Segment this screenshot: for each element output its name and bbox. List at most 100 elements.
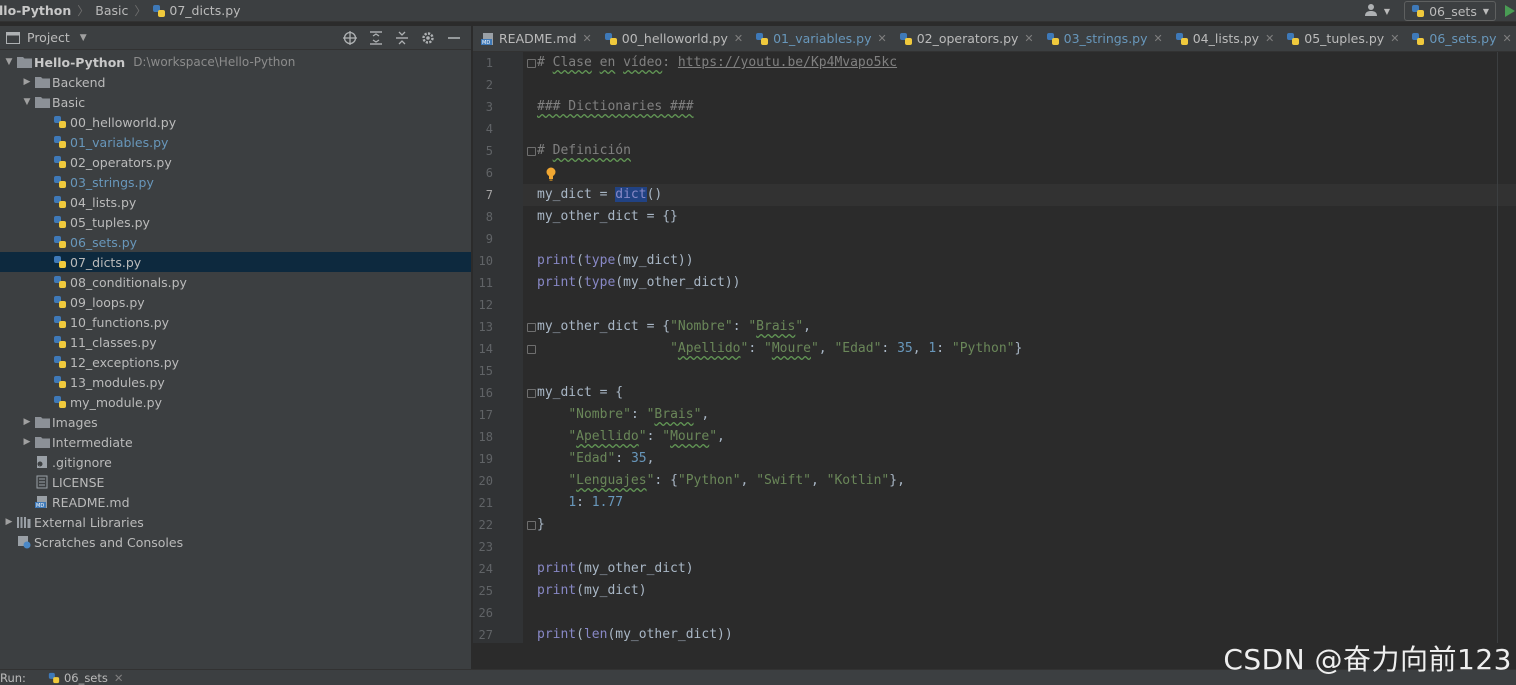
tree-item[interactable]: Scratches and Consoles bbox=[0, 532, 471, 552]
code-token: " bbox=[568, 429, 577, 444]
line-number: 12 bbox=[478, 298, 493, 312]
fold-marker-icon[interactable] bbox=[527, 345, 536, 354]
collapse-all-icon[interactable] bbox=[389, 26, 415, 50]
tree-item[interactable]: 07_dicts.py bbox=[0, 252, 471, 272]
python-file-icon bbox=[52, 114, 68, 130]
line-number: 16 bbox=[478, 386, 493, 400]
chevron-down-icon[interactable]: ▼ bbox=[80, 33, 87, 43]
tree-item[interactable]: 01_variables.py bbox=[0, 132, 471, 152]
folder-icon bbox=[6, 31, 20, 44]
tree-item[interactable]: 08_conditionals.py bbox=[0, 272, 471, 292]
fold-marker-icon[interactable] bbox=[527, 147, 536, 156]
code-token: " bbox=[810, 341, 819, 356]
tree-item[interactable]: 02_operators.py bbox=[0, 152, 471, 172]
breadcrumb-project[interactable]: llo-Python bbox=[0, 0, 71, 22]
tree-item[interactable]: LICENSE bbox=[0, 472, 471, 492]
lightbulb-icon[interactable] bbox=[545, 167, 557, 181]
chevron-down-icon[interactable]: ▼ bbox=[20, 97, 34, 107]
line-number: 19 bbox=[478, 452, 493, 466]
code-token: " bbox=[709, 429, 718, 444]
tree-item[interactable]: ▶ External Libraries bbox=[0, 512, 471, 532]
project-view-title[interactable]: Project bbox=[27, 30, 70, 45]
breadcrumb-file[interactable]: 07_dicts.py bbox=[152, 0, 241, 22]
tree-item[interactable]: ▼ Basic bbox=[0, 92, 471, 112]
close-icon[interactable]: ✕ bbox=[114, 671, 124, 685]
minimize-icon[interactable] bbox=[441, 26, 467, 50]
tree-item[interactable]: 09_loops.py bbox=[0, 292, 471, 312]
run-configuration-label: 06_sets bbox=[1429, 3, 1477, 19]
editor-tab[interactable]: 02_operators.py ✕ bbox=[891, 26, 1038, 51]
tree-item[interactable]: MD README.md bbox=[0, 492, 471, 512]
close-icon[interactable]: ✕ bbox=[1154, 32, 1163, 45]
close-icon[interactable]: ✕ bbox=[734, 32, 743, 45]
tree-item[interactable]: 13_modules.py bbox=[0, 372, 471, 392]
fold-marker-icon[interactable] bbox=[527, 389, 536, 398]
code-token: () bbox=[646, 187, 663, 202]
tree-item[interactable]: 12_exceptions.py bbox=[0, 352, 471, 372]
tree-item[interactable]: 05_tuples.py bbox=[0, 212, 471, 232]
editor-tab[interactable]: 00_helloworld.py ✕ bbox=[596, 26, 747, 51]
line-number: 15 bbox=[478, 364, 493, 378]
breadcrumb-separator: 〉 bbox=[77, 4, 90, 18]
editor-tab[interactable]: MD README.md ✕ bbox=[473, 26, 596, 51]
run-tab[interactable]: 06_sets ✕ bbox=[44, 671, 124, 685]
code-token: Brais bbox=[756, 319, 796, 334]
tree-item[interactable]: ▶ Images bbox=[0, 412, 471, 432]
chevron-right-icon[interactable]: ▶ bbox=[2, 517, 16, 527]
user-icon bbox=[1364, 3, 1381, 20]
project-tool-window: Project ▼ ▼ Hello-Python D:\workspace\Hell… bbox=[0, 26, 472, 669]
close-icon[interactable]: ✕ bbox=[877, 32, 886, 45]
code-token: ( bbox=[576, 253, 584, 268]
gear-icon[interactable] bbox=[415, 26, 441, 50]
tree-item[interactable]: ▶ Backend bbox=[0, 72, 471, 92]
editor-tab[interactable]: 05_tuples.py ✕ bbox=[1278, 26, 1403, 51]
account-button[interactable]: ▼ bbox=[1364, 3, 1390, 20]
editor-tab[interactable]: 06_sets.py ✕ bbox=[1403, 26, 1515, 51]
tree-item[interactable]: 10_functions.py bbox=[0, 312, 471, 332]
code-editor[interactable]: # Clase en vídeo: https://youtu.be/Kp4Mv… bbox=[523, 52, 1516, 643]
chevron-right-icon[interactable]: ▶ bbox=[20, 77, 34, 87]
editor-tab[interactable]: 03_strings.py ✕ bbox=[1038, 26, 1167, 51]
close-icon[interactable]: ✕ bbox=[1390, 32, 1399, 45]
close-icon[interactable]: ✕ bbox=[1502, 32, 1511, 45]
target-icon[interactable] bbox=[337, 26, 363, 50]
close-icon[interactable]: ✕ bbox=[1265, 32, 1274, 45]
breadcrumb-file-label: 07_dicts.py bbox=[169, 3, 241, 18]
close-icon[interactable]: ✕ bbox=[1024, 32, 1033, 45]
tree-item[interactable]: 06_sets.py bbox=[0, 232, 471, 252]
fold-marker-icon[interactable] bbox=[527, 323, 536, 332]
breadcrumb-folder[interactable]: Basic bbox=[95, 0, 128, 22]
editor-tab[interactable]: 04_lists.py ✕ bbox=[1167, 26, 1279, 51]
chevron-right-icon[interactable]: ▶ bbox=[20, 417, 34, 427]
run-icon[interactable] bbox=[1504, 4, 1516, 18]
folder-icon bbox=[34, 414, 50, 430]
editor-tab[interactable]: 01_variables.py ✕ bbox=[747, 26, 891, 51]
chevron-right-icon[interactable]: ▶ bbox=[20, 437, 34, 447]
editor-tab-label: 01_variables.py bbox=[773, 31, 872, 46]
code-token: : bbox=[936, 341, 952, 356]
fold-marker-icon[interactable] bbox=[527, 59, 536, 68]
tree-item[interactable]: . .gitignore bbox=[0, 452, 471, 472]
code-token: Clase bbox=[552, 55, 592, 70]
tree-item[interactable]: 00_helloworld.py bbox=[0, 112, 471, 132]
tree-item[interactable]: ▼ Hello-Python D:\workspace\Hello-Python bbox=[0, 52, 471, 72]
tree-item[interactable]: 03_strings.py bbox=[0, 172, 471, 192]
tree-item[interactable]: 04_lists.py bbox=[0, 192, 471, 212]
code-token: Definición bbox=[552, 143, 631, 158]
expand-all-icon[interactable] bbox=[363, 26, 389, 50]
line-number: 11 bbox=[478, 276, 493, 290]
tree-item[interactable]: ▶ Intermediate bbox=[0, 432, 471, 452]
tree-item[interactable]: 11_classes.py bbox=[0, 332, 471, 352]
chevron-down-icon[interactable]: ▼ bbox=[2, 57, 16, 67]
run-configuration-selector[interactable]: 06_sets ▼ bbox=[1404, 1, 1496, 21]
line-number: 13 bbox=[478, 320, 493, 334]
code-line: # Clase en vídeo: https://youtu.be/Kp4Mv… bbox=[537, 52, 897, 74]
tree-item-label: 04_lists.py bbox=[70, 194, 137, 210]
close-icon[interactable]: ✕ bbox=[583, 32, 592, 45]
code-token: my_dict = { bbox=[537, 385, 624, 400]
python-file-icon bbox=[1411, 4, 1425, 18]
tree-item[interactable]: my_module.py bbox=[0, 392, 471, 412]
fold-marker-icon[interactable] bbox=[527, 521, 536, 530]
code-token: , bbox=[701, 407, 710, 422]
